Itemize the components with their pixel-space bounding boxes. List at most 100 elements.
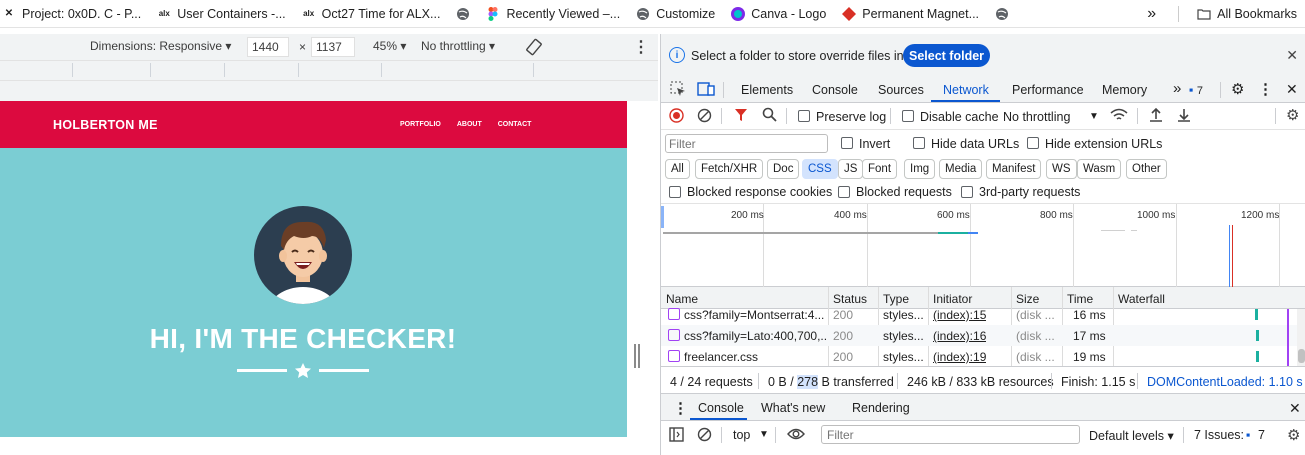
resize-handle[interactable]	[634, 344, 640, 368]
context-selector[interactable]: top	[733, 428, 750, 442]
table-scrollbar[interactable]	[1297, 309, 1305, 366]
invert-checkbox[interactable]	[841, 137, 853, 149]
bookmark-globe-2[interactable]	[987, 7, 1017, 21]
clear-icon[interactable]	[697, 108, 712, 126]
type-media[interactable]: Media	[939, 159, 983, 179]
tab-console[interactable]: Console	[812, 83, 858, 97]
throttling-dropdown[interactable]: No throttling ▾	[421, 39, 495, 53]
nav-link-contact[interactable]: CONTACT	[498, 121, 532, 128]
export-har-icon[interactable]	[1177, 107, 1191, 126]
device-toggle-icon[interactable]	[697, 81, 715, 100]
console-issues-count[interactable]: 7	[1258, 428, 1265, 442]
console-sidebar-icon[interactable]	[669, 427, 684, 445]
dom-content-loaded-marker	[1229, 225, 1230, 287]
close-icon[interactable]: ✕	[1286, 47, 1298, 64]
bookmark-user-containers[interactable]: alx User Containers -...	[149, 7, 293, 21]
nav-link-portfolio[interactable]: PORTFOLIO	[400, 121, 441, 128]
preserve-log-checkbox[interactable]	[798, 110, 810, 122]
bookmark-oct27[interactable]: alx Oct27 Time for ALX...	[294, 7, 449, 21]
type-ws[interactable]: WS	[1046, 159, 1077, 179]
bookmark-project[interactable]: ✕ Project: 0x0D. C - P...	[0, 7, 149, 21]
close-devtools-icon[interactable]: ✕	[1286, 81, 1298, 98]
bookmark-globe-1[interactable]	[448, 7, 478, 21]
separator	[775, 427, 776, 443]
type-fetch-xhr[interactable]: Fetch/XHR	[695, 159, 764, 179]
type-font[interactable]: Font	[862, 159, 898, 179]
tab-elements[interactable]: Elements	[741, 83, 793, 97]
type-doc[interactable]: Doc	[767, 159, 800, 179]
request-initiator-link[interactable]: (index):16	[933, 329, 986, 343]
settings-gear-icon[interactable]: ⚙	[1231, 80, 1244, 98]
type-js[interactable]: JS	[838, 159, 864, 179]
table-row[interactable]: css?family=Lato:400,700,... 200 styles..…	[661, 325, 1305, 346]
request-initiator-link[interactable]: (index):19	[933, 350, 986, 364]
tab-network[interactable]: Network	[943, 83, 989, 97]
dimensions-dropdown[interactable]: Dimensions: Responsive ▾	[90, 39, 231, 53]
hide-extension-urls-checkbox[interactable]	[1027, 137, 1039, 149]
drawer-tab-whats-new[interactable]: What's new	[761, 401, 825, 415]
bookmark-customize[interactable]: Customize	[628, 7, 723, 21]
issues-badge[interactable]: ▪ 7	[1189, 83, 1203, 97]
type-all[interactable]: All	[665, 159, 690, 179]
import-har-icon[interactable]	[1149, 107, 1163, 126]
tab-sources[interactable]: Sources	[878, 83, 924, 97]
page-preview[interactable]: HOLBERTON ME PORTFOLIO ABOUT CONTACT HI,…	[0, 101, 627, 437]
network-throttling-dropdown[interactable]: No throttling	[1003, 110, 1070, 124]
chevron-down-icon[interactable]: ▼	[759, 429, 769, 440]
hide-data-urls-checkbox[interactable]	[913, 137, 925, 149]
chevron-down-icon[interactable]: ▼	[1089, 111, 1099, 122]
more-bookmarks-icon[interactable]: »	[1147, 5, 1156, 23]
select-folder-button[interactable]: Select folder	[903, 44, 991, 67]
rotate-icon[interactable]	[524, 37, 544, 60]
bookmark-canva[interactable]: Canva - Logo	[723, 6, 834, 21]
record-stop-icon[interactable]	[669, 108, 684, 126]
drawer-tab-rendering[interactable]: Rendering	[852, 401, 910, 415]
more-options-icon[interactable]: ⋮	[1258, 80, 1273, 98]
search-icon[interactable]	[762, 107, 777, 125]
blocked-cookies-checkbox[interactable]	[669, 186, 681, 198]
bookmark-magnet[interactable]: Permanent Magnet...	[834, 6, 987, 21]
site-brand[interactable]: HOLBERTON ME	[53, 118, 158, 132]
tab-performance[interactable]: Performance	[1012, 83, 1084, 97]
scrollbar-thumb[interactable]	[1298, 349, 1305, 363]
table-row[interactable]: css?family=Montserrat:4... 200 styles...…	[661, 304, 1305, 325]
all-bookmarks-button[interactable]: All Bookmarks	[1189, 7, 1305, 21]
network-conditions-icon[interactable]	[1110, 107, 1128, 126]
more-options-icon[interactable]: ⋮	[633, 37, 649, 57]
zoom-dropdown[interactable]: 45% ▾	[373, 39, 406, 53]
clear-console-icon[interactable]	[697, 427, 712, 445]
more-tabs-icon[interactable]: »	[1173, 80, 1181, 97]
blocked-requests-checkbox[interactable]	[838, 186, 850, 198]
drawer-menu-icon[interactable]: ⋮	[673, 399, 688, 417]
request-initiator-link[interactable]: (index):15	[933, 308, 986, 322]
network-filter-input[interactable]: Filter	[665, 134, 828, 153]
width-input[interactable]: 1440	[247, 37, 289, 57]
bookmark-figma[interactable]: Recently Viewed –...	[478, 6, 628, 21]
console-filter-input[interactable]: Filter	[821, 425, 1080, 444]
type-manifest[interactable]: Manifest	[986, 159, 1042, 179]
third-party-checkbox[interactable]	[961, 186, 973, 198]
disable-cache-checkbox[interactable]	[902, 110, 914, 122]
network-overview-timeline[interactable]: 200 ms 400 ms 600 ms 800 ms 1000 ms 1200…	[661, 204, 1305, 287]
inspect-icon[interactable]	[670, 81, 686, 100]
tab-memory[interactable]: Memory	[1102, 83, 1147, 97]
load-marker	[1232, 225, 1233, 287]
console-settings-gear-icon[interactable]: ⚙	[1287, 426, 1300, 444]
separator	[723, 82, 724, 98]
type-wasm[interactable]: Wasm	[1077, 159, 1122, 179]
table-row[interactable]: freelancer.css 200 styles... (index):19 …	[661, 346, 1305, 366]
drawer-tab-console[interactable]: Console	[698, 401, 744, 415]
log-levels-dropdown[interactable]: Default levels ▾	[1089, 428, 1174, 443]
filter-funnel-icon[interactable]	[734, 108, 748, 125]
live-expression-eye-icon[interactable]	[787, 427, 805, 444]
type-img[interactable]: Img	[904, 159, 936, 179]
timeline-selection-left[interactable]	[661, 206, 664, 228]
network-settings-gear-icon[interactable]: ⚙	[1286, 106, 1299, 124]
close-drawer-icon[interactable]: ✕	[1289, 400, 1301, 417]
nav-link-about[interactable]: ABOUT	[457, 121, 482, 128]
type-css[interactable]: CSS	[802, 159, 838, 179]
height-input[interactable]: 1137	[311, 37, 355, 57]
separator	[890, 108, 891, 124]
console-issues-label[interactable]: 7 Issues:	[1194, 428, 1244, 442]
type-other[interactable]: Other	[1126, 159, 1167, 179]
